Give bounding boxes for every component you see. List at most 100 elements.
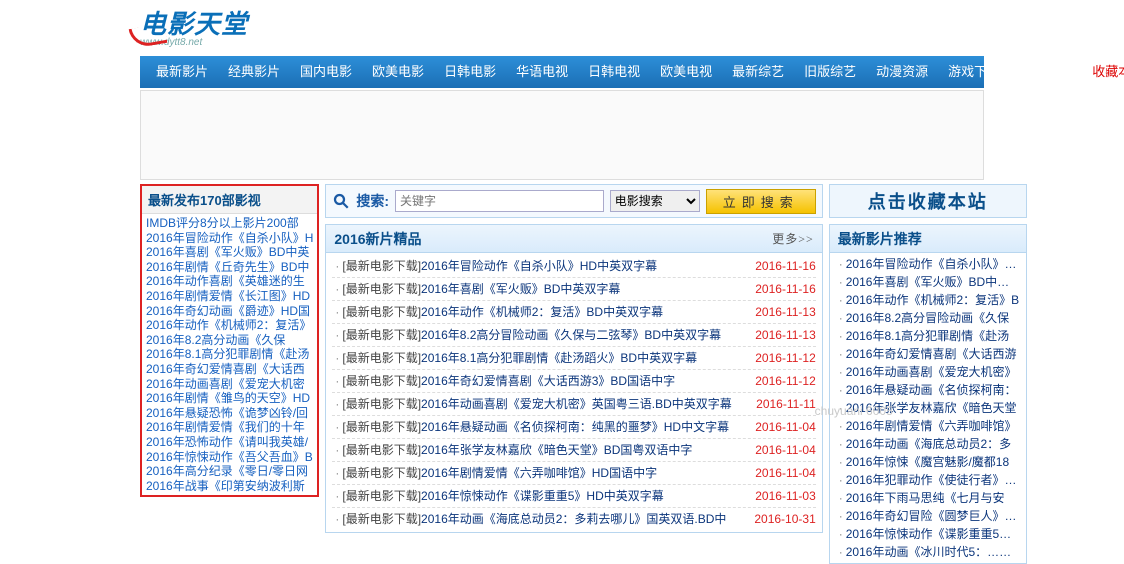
nav-item[interactable]: 欧美电影 bbox=[362, 56, 434, 88]
latest-release-item[interactable]: 2016年剧情《雏鸟的天空》HD bbox=[146, 391, 313, 406]
nav-item[interactable]: 最新综艺 bbox=[722, 56, 794, 88]
release-link[interactable]: [最新电影下载]2016年张学友林嘉欣《暗色天堂》BD国粤双语中字 bbox=[342, 439, 731, 461]
release-link[interactable]: [最新电影下载]2016年惊悚动作《谍影重重5》HD中英双字幕 bbox=[342, 485, 731, 507]
release-row: ·[最新电影下载]2016年惊悚动作《谍影重重5》HD中英双字幕2016-11-… bbox=[332, 485, 815, 508]
latest-release-item[interactable]: 2016年喜剧《军火贩》BD中英 bbox=[146, 245, 313, 260]
release-row: ·[最新电影下载]2016年奇幻爱情喜剧《大话西游3》BD国语中字2016-11… bbox=[332, 370, 815, 393]
latest-release-item[interactable]: 2016年悬疑恐怖《诡梦凶铃/回 bbox=[146, 406, 313, 421]
nav-item[interactable]: 最新影片 bbox=[146, 56, 218, 88]
latest-release-item[interactable]: 2016年动作《机械师2：复活》 bbox=[146, 318, 313, 333]
latest-release-item[interactable]: 2016年动作喜剧《英雄迷的生 bbox=[146, 274, 313, 289]
bullet-icon: · bbox=[836, 293, 846, 307]
latest-release-item[interactable]: 2016年战事《印第安纳波利斯 bbox=[146, 479, 313, 494]
release-date: 2016-10-31 bbox=[732, 508, 816, 530]
latest-release-item[interactable]: IMDB评分8分以上影片200部 bbox=[146, 216, 313, 231]
latest-release-item[interactable]: 2016年8.2高分动画《久保 bbox=[146, 333, 313, 348]
nav-item[interactable]: 日韩电视 bbox=[578, 56, 650, 88]
release-date: 2016-11-12 bbox=[732, 347, 816, 369]
release-link[interactable]: [最新电影下载]2016年喜剧《军火贩》BD中英双字幕 bbox=[342, 278, 731, 300]
latest-release-item[interactable]: 2016年惊悚动作《吾父吾血》B bbox=[146, 450, 313, 465]
release-date: 2016-11-04 bbox=[732, 416, 816, 438]
bullet-icon: · bbox=[836, 545, 846, 559]
bullet-icon: · bbox=[332, 324, 342, 346]
latest-release-item[interactable]: 2016年动画喜剧《爱宠大机密 bbox=[146, 377, 313, 392]
recommendation-row: ·2016年喜剧《军火贩》BD中英双 bbox=[836, 273, 1020, 291]
recommendation-link[interactable]: 2016年惊悚动作《谍影重重5》H bbox=[846, 525, 1020, 543]
release-date: 2016-11-04 bbox=[732, 462, 816, 484]
nav-item[interactable]: 游戏下载 bbox=[938, 56, 1010, 88]
bullet-icon: · bbox=[836, 365, 846, 379]
release-row: ·[最新电影下载]2016年张学友林嘉欣《暗色天堂》BD国粤双语中字2016-1… bbox=[332, 439, 815, 462]
latest-release-item[interactable]: 2016年剧情爱情《我们的十年 bbox=[146, 420, 313, 435]
release-link[interactable]: [最新电影下载]2016年8.2高分冒险动画《久保与二弦琴》BD中英双字幕 bbox=[342, 324, 731, 346]
nav-item[interactable]: 旧版综艺 bbox=[794, 56, 866, 88]
recommendation-link[interactable]: 2016年动画《冰川时代5：…… bbox=[846, 543, 1020, 561]
release-row: ·[最新电影下载]2016年动画《海底总动员2：多莉去哪儿》国英双语.BD中20… bbox=[332, 508, 815, 530]
site-logo[interactable]: 电影天堂 www.dytt8.net bbox=[140, 4, 300, 52]
nav-item[interactable]: 欧美电视 bbox=[650, 56, 722, 88]
more-link[interactable]: 更多>> bbox=[772, 230, 814, 247]
recommendation-link[interactable]: 2016年8.2高分冒险动画《久保 bbox=[846, 309, 1020, 327]
recommendation-link[interactable]: 2016年张学友林嘉欣《暗色天堂 bbox=[846, 399, 1020, 417]
bullet-icon: · bbox=[836, 437, 846, 451]
latest-release-item[interactable]: 2016年奇幻爱情喜剧《大话西 bbox=[146, 362, 313, 377]
bullet-icon: · bbox=[332, 416, 342, 438]
recommendation-link[interactable]: 2016年8.1高分犯罪剧情《赴汤 bbox=[846, 327, 1020, 345]
release-row: ·[最新电影下载]2016年剧情爱情《六弄咖啡馆》HD国语中字2016-11-0… bbox=[332, 462, 815, 485]
release-link[interactable]: [最新电影下载]2016年动画喜剧《爱宠大机密》英国粤三语.BD中英双字幕 bbox=[342, 393, 731, 415]
bullet-icon: · bbox=[836, 473, 846, 487]
search-category-select[interactable]: 电影搜索 bbox=[610, 190, 700, 212]
nav-item[interactable]: 高分经典 bbox=[1010, 56, 1082, 88]
latest-release-item[interactable]: 2016年高分纪录《零日/零日网 bbox=[146, 464, 313, 479]
release-date: 2016-11-16 bbox=[732, 278, 816, 300]
recommendation-row: ·2016年动画《冰川时代5：…… bbox=[836, 543, 1020, 561]
recommendation-link[interactable]: 2016年喜剧《军火贩》BD中英双 bbox=[846, 273, 1020, 291]
nav-item[interactable]: 华语电视 bbox=[506, 56, 578, 88]
release-link[interactable]: [最新电影下载]2016年剧情爱情《六弄咖啡馆》HD国语中字 bbox=[342, 462, 731, 484]
bullet-icon: · bbox=[836, 329, 846, 343]
release-link[interactable]: [最新电影下载]2016年动作《机械师2：复活》BD中英双字幕 bbox=[342, 301, 731, 323]
favorite-site-box[interactable]: 点击收藏本站 bbox=[829, 184, 1027, 218]
release-link[interactable]: [最新电影下载]2016年冒险动作《自杀小队》HD中英双字幕 bbox=[342, 255, 731, 277]
bullet-icon: · bbox=[332, 370, 342, 392]
recommendation-link[interactable]: 2016年冒险动作《自杀小队》HD bbox=[846, 255, 1020, 273]
nav-item[interactable]: 收藏本站 bbox=[1082, 56, 1124, 88]
bullet-icon: · bbox=[836, 527, 846, 541]
latest-release-item[interactable]: 2016年冒险动作《自杀小队》H bbox=[146, 231, 313, 246]
nav-item[interactable]: 日韩电影 bbox=[434, 56, 506, 88]
release-row: ·[最新电影下载]2016年冒险动作《自杀小队》HD中英双字幕2016-11-1… bbox=[332, 255, 815, 278]
latest-release-item[interactable]: 2016年剧情《丘奇先生》BD中 bbox=[146, 260, 313, 275]
nav-item[interactable]: 经典影片 bbox=[218, 56, 290, 88]
search-input[interactable] bbox=[395, 190, 604, 212]
recommendation-row: ·2016年奇幻冒险《圆梦巨人》HD bbox=[836, 507, 1020, 525]
ad-banner bbox=[140, 90, 984, 180]
latest-release-item[interactable]: 2016年恐怖动作《请叫我英雄/ bbox=[146, 435, 313, 450]
bullet-icon: · bbox=[332, 462, 342, 484]
bullet-icon: · bbox=[836, 347, 846, 361]
recommendation-link[interactable]: 2016年悬疑动画《名侦探柯南： bbox=[846, 381, 1020, 399]
release-date: 2016-11-11 bbox=[732, 393, 816, 415]
recommendation-link[interactable]: 2016年下雨马思纯《七月与安 bbox=[846, 489, 1020, 507]
release-link[interactable]: [最新电影下载]2016年动画《海底总动员2：多莉去哪儿》国英双语.BD中 bbox=[342, 508, 731, 530]
recommendation-link[interactable]: 2016年犯罪动作《使徒行者》BD bbox=[846, 471, 1020, 489]
release-prefix: [最新电影下载] bbox=[342, 420, 421, 434]
release-date: 2016-11-13 bbox=[732, 324, 816, 346]
recommendation-link[interactable]: 2016年动作《机械师2：复活》B bbox=[846, 291, 1020, 309]
latest-release-item[interactable]: 2016年奇幻动画《爵迹》HD国 bbox=[146, 304, 313, 319]
release-prefix: [最新电影下载] bbox=[342, 328, 421, 342]
recommendation-link[interactable]: 2016年动画喜剧《爱宠大机密》 bbox=[846, 363, 1020, 381]
latest-release-item[interactable]: 2016年剧情爱情《长江图》HD bbox=[146, 289, 313, 304]
main-nav: 最新影片经典影片国内电影欧美电影日韩电影华语电视日韩电视欧美电视最新综艺旧版综艺… bbox=[140, 56, 984, 88]
recommendation-link[interactable]: 2016年动画《海底总动员2：多 bbox=[846, 435, 1020, 453]
recommendation-link[interactable]: 2016年惊悚《魔宫魅影/魔都18 bbox=[846, 453, 1020, 471]
release-link[interactable]: [最新电影下载]2016年悬疑动画《名侦探柯南：纯黑的噩梦》HD中文字幕 bbox=[342, 416, 731, 438]
release-link[interactable]: [最新电影下载]2016年8.1高分犯罪剧情《赴汤蹈火》BD中英双字幕 bbox=[342, 347, 731, 369]
release-link[interactable]: [最新电影下载]2016年奇幻爱情喜剧《大话西游3》BD国语中字 bbox=[342, 370, 731, 392]
search-button[interactable]: 立即搜索 bbox=[706, 189, 816, 214]
recommendation-link[interactable]: 2016年剧情爱情《六弄咖啡馆》 bbox=[846, 417, 1020, 435]
nav-item[interactable]: 动漫资源 bbox=[866, 56, 938, 88]
recommendation-link[interactable]: 2016年奇幻冒险《圆梦巨人》HD bbox=[846, 507, 1020, 525]
recommendation-link[interactable]: 2016年奇幻爱情喜剧《大话西游 bbox=[846, 345, 1020, 363]
latest-release-item[interactable]: 2016年8.1高分犯罪剧情《赴汤 bbox=[146, 347, 313, 362]
nav-item[interactable]: 国内电影 bbox=[290, 56, 362, 88]
